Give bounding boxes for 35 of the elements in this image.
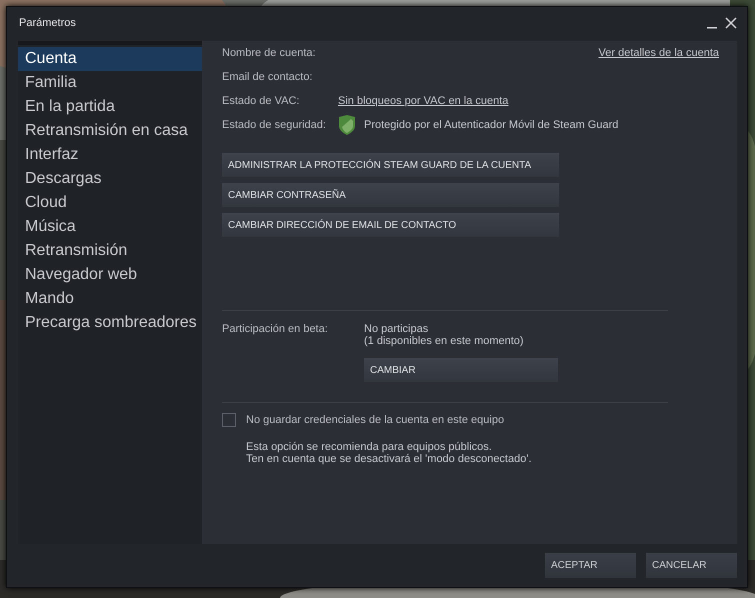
field-label: Estado de seguridad: — [222, 119, 327, 131]
beta-status: No participas — [364, 323, 430, 335]
sidebar-item[interactable]: Descargas — [18, 167, 202, 191]
sidebar-item[interactable]: Interfaz — [18, 143, 202, 167]
sidebar-item[interactable]: Retransmisión en casa — [18, 119, 202, 143]
field-label: Email de contacto: — [222, 71, 314, 83]
checkbox[interactable] — [222, 413, 236, 427]
shield-icon — [338, 115, 356, 135]
close-icon[interactable] — [725, 17, 737, 29]
sidebar-item[interactable]: Música — [18, 215, 202, 239]
sidebar-item[interactable]: Cuenta — [18, 47, 202, 71]
footer-button[interactable]: ACEPTAR — [545, 553, 636, 578]
sidebar-item[interactable]: Retransmisión — [18, 239, 202, 263]
note-text: Esta opción se recomienda para equipos públicos. — [246, 441, 493, 453]
window-title: Parámetros — [19, 17, 76, 29]
account-details-link[interactable]: Ver detalles de la cuenta — [598, 47, 719, 59]
account-button[interactable]: ADMINISTRAR LA PROTECCIÓN STEAM GUARD DE LA CUENTA — [222, 153, 559, 177]
field-label: Nombre de cuenta: — [222, 47, 317, 59]
sidebar-item[interactable]: Mando — [18, 287, 202, 311]
beta-label: Participación en beta: — [222, 323, 329, 337]
sidebar-item[interactable]: Precarga sombreadores — [18, 311, 202, 335]
change-beta-button[interactable]: CAMBIAR — [364, 358, 558, 382]
sidebar-item[interactable]: En la partida — [18, 95, 202, 119]
note-text: Ten en cuenta que se desactivará el 'modo desconectado'. — [246, 453, 533, 465]
beta-detail: (1 disponibles en este momento) — [364, 335, 525, 347]
field-label: Estado de VAC: — [222, 95, 300, 107]
vac-status-link[interactable]: Sin bloqueos por VAC en la cuenta — [338, 95, 719, 107]
account-button[interactable]: CAMBIAR DIRECCIÓN DE EMAIL DE CONTACTO — [222, 213, 559, 237]
sidebar-item[interactable]: Navegador web — [18, 263, 202, 287]
security-status: Protegido por el Autenticador Móvil de Steam Guard — [364, 119, 618, 131]
sidebar-item[interactable]: Familia — [18, 71, 202, 95]
checkbox-label: No guardar credenciales de la cuenta en este equipo — [246, 414, 504, 426]
sidebar-item[interactable]: Cloud — [18, 191, 202, 215]
footer-button[interactable]: CANCELAR — [646, 553, 737, 578]
account-button[interactable]: CAMBIAR CONTRASEÑA — [222, 183, 559, 207]
